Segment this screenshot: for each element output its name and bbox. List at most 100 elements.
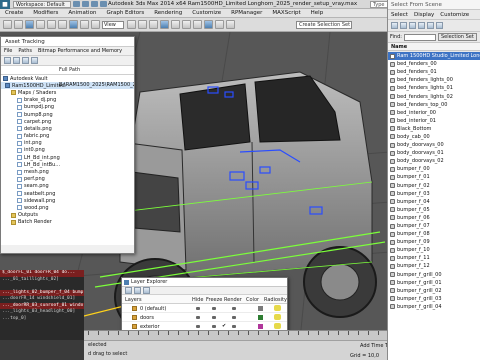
filter-all-icon[interactable] [436, 22, 443, 29]
filter-cameras-icon[interactable] [418, 22, 425, 29]
scene-object-row[interactable]: bed_interior_00 [388, 109, 480, 117]
snap-toggle-button[interactable] [138, 20, 147, 29]
render-column-header[interactable]: Render [224, 297, 242, 303]
filter-helpers-icon[interactable] [427, 22, 434, 29]
layer-name[interactable]: doors [140, 315, 154, 321]
render-toggle-icon[interactable] [232, 325, 236, 328]
asset-list[interactable]: Autodesk Vault Ram1500HD_Limited B:\RAM150… [1, 75, 134, 245]
asset-row[interactable]: wood.png [1, 204, 134, 211]
render-button[interactable] [226, 20, 235, 29]
render-setup-button[interactable] [215, 20, 224, 29]
time-slider[interactable] [84, 330, 390, 340]
mirror-button[interactable] [160, 20, 169, 29]
hide-toggle-icon[interactable] [196, 307, 200, 310]
select-rotate-button[interactable] [80, 20, 89, 29]
scene-object-row[interactable]: bumper_f_01 [388, 173, 480, 181]
curve-editor-button[interactable] [193, 20, 202, 29]
render-toggle-icon[interactable] [232, 307, 236, 310]
radiosity-icon[interactable] [274, 323, 281, 329]
name-column-header[interactable]: Name [388, 43, 480, 51]
asset-row[interactable]: seatbelt.png [1, 190, 134, 197]
hide-column-header[interactable]: Hide [192, 297, 203, 303]
scene-object-row[interactable]: bumper_f_10 [388, 246, 480, 254]
new-file-icon[interactable] [73, 1, 80, 7]
layer-manager-button[interactable] [182, 20, 191, 29]
asset-row[interactable]: int0.png [1, 147, 134, 154]
layer-row[interactable]: doors [122, 313, 287, 322]
asset-row[interactable]: bump8.png [1, 111, 134, 118]
sfs-menu-customize[interactable]: Customize [437, 12, 472, 18]
asset-row[interactable]: brake_dj.png [1, 97, 134, 104]
material-editor-button[interactable] [204, 20, 213, 29]
asset-row[interactable]: perf.png [1, 176, 134, 183]
add-to-layer-icon[interactable] [134, 287, 141, 294]
layer-row[interactable]: 0 (default) [122, 304, 287, 313]
asset-row[interactable]: seam.png [1, 183, 134, 190]
scene-object-row[interactable]: bed_fenders_00 [388, 60, 480, 68]
new-layer-icon[interactable] [125, 287, 132, 294]
scene-object-row[interactable]: bumper_f_06 [388, 214, 480, 222]
scene-object-row[interactable]: Black_Bottom [388, 125, 480, 133]
scene-object-row[interactable]: bed_interior_01 [388, 117, 480, 125]
pivot-button[interactable] [127, 20, 136, 29]
layer-name[interactable]: exterior [140, 324, 160, 330]
refresh-icon[interactable] [31, 57, 38, 64]
select-object-button[interactable] [47, 20, 56, 29]
menu-rendering[interactable]: Rendering [149, 10, 187, 16]
scene-object-row[interactable]: body_doorvays_02 [388, 157, 480, 165]
find-input[interactable] [403, 33, 436, 41]
undo-icon[interactable] [100, 1, 107, 7]
scene-object-row[interactable]: bumper_f_grill_00 [388, 271, 480, 279]
undo-button[interactable] [3, 20, 12, 29]
align-button[interactable] [171, 20, 180, 29]
checkout-icon[interactable] [13, 57, 20, 64]
scene-object-list[interactable]: Ram 1500HD Studio_Limited Longhornbed_fe… [388, 52, 480, 360]
reference-coordinate-dropdown[interactable]: View [102, 20, 124, 29]
scene-object-row[interactable]: bed_fenders_lights_02 [388, 92, 480, 100]
asset-menu-bitmap[interactable]: Bitmap Performance and Memory [35, 48, 125, 54]
hide-toggle-icon[interactable] [196, 316, 200, 319]
freeze-toggle-icon[interactable] [212, 325, 216, 328]
render-toggle-icon[interactable] [232, 316, 236, 319]
filter-shapes-icon[interactable] [400, 22, 407, 29]
menu-modifiers[interactable]: Modifiers [28, 10, 63, 16]
layer-color-swatch[interactable] [258, 324, 263, 329]
radiosity-column-header[interactable]: Radiosity [264, 297, 287, 303]
scene-object-row[interactable]: bed_fenders_lights_01 [388, 84, 480, 92]
asset-row[interactable]: LH_Bd_intBu... [1, 161, 134, 168]
select-move-button[interactable] [69, 20, 78, 29]
asset-row[interactable]: fabric.png [1, 133, 134, 140]
menu-graph-editors[interactable]: Graph Editors [101, 10, 149, 16]
asset-menu-file[interactable]: File [1, 48, 15, 54]
app-logo-icon[interactable]: ■ [0, 0, 10, 9]
menu-rpmanager[interactable]: RPManager [226, 10, 267, 16]
asset-row[interactable]: bumpdj.png [1, 104, 134, 111]
asset-row[interactable]: carpet.png [1, 118, 134, 125]
checkin-icon[interactable] [22, 57, 29, 64]
menu-help[interactable]: Help [306, 10, 329, 16]
sfs-menu-select[interactable]: Select [388, 12, 411, 18]
select-from-scene-panel[interactable]: Select From Scene Select Display Customi… [387, 0, 480, 360]
scene-object-row[interactable]: bumper_f_09 [388, 238, 480, 246]
freeze-column-header[interactable]: Freeze [206, 297, 222, 303]
asset-menu-paths[interactable]: Paths [15, 48, 35, 54]
maxscript-listener[interactable]: $_doorFL_01 doorFR_04 do... ..._01_tailli… [0, 270, 84, 340]
radiosity-icon[interactable] [274, 314, 281, 320]
scene-object-row[interactable]: bumper_f_grill_02 [388, 287, 480, 295]
asset-row[interactable]: Maps / Shaders [1, 89, 134, 96]
asset-row[interactable]: details.png [1, 125, 134, 132]
scene-object-row[interactable]: bumper_f_08 [388, 230, 480, 238]
full-path-column-header[interactable]: Full Path [59, 67, 80, 73]
asset-row[interactable]: Autodesk Vault [1, 75, 134, 82]
scene-object-row[interactable]: bumper_f_05 [388, 206, 480, 214]
workspace-dropdown[interactable]: Workspace: Default [13, 0, 71, 8]
layer-color-swatch[interactable] [258, 306, 263, 311]
asset-row[interactable]: Ram1500HD_Limited B:\RAM1500_2025\RAM1500… [1, 82, 134, 90]
scene-object-row[interactable]: bumper_f_00 [388, 165, 480, 173]
asset-row[interactable]: int.png [1, 140, 134, 147]
scene-object-row[interactable]: bed_fenders_01 [388, 68, 480, 76]
asset-row[interactable]: LH_Bd_int.png [1, 154, 134, 161]
angle-snap-button[interactable] [149, 20, 158, 29]
scene-object-row[interactable]: bumper_f_grill_01 [388, 279, 480, 287]
layer-color-swatch[interactable] [258, 315, 263, 320]
